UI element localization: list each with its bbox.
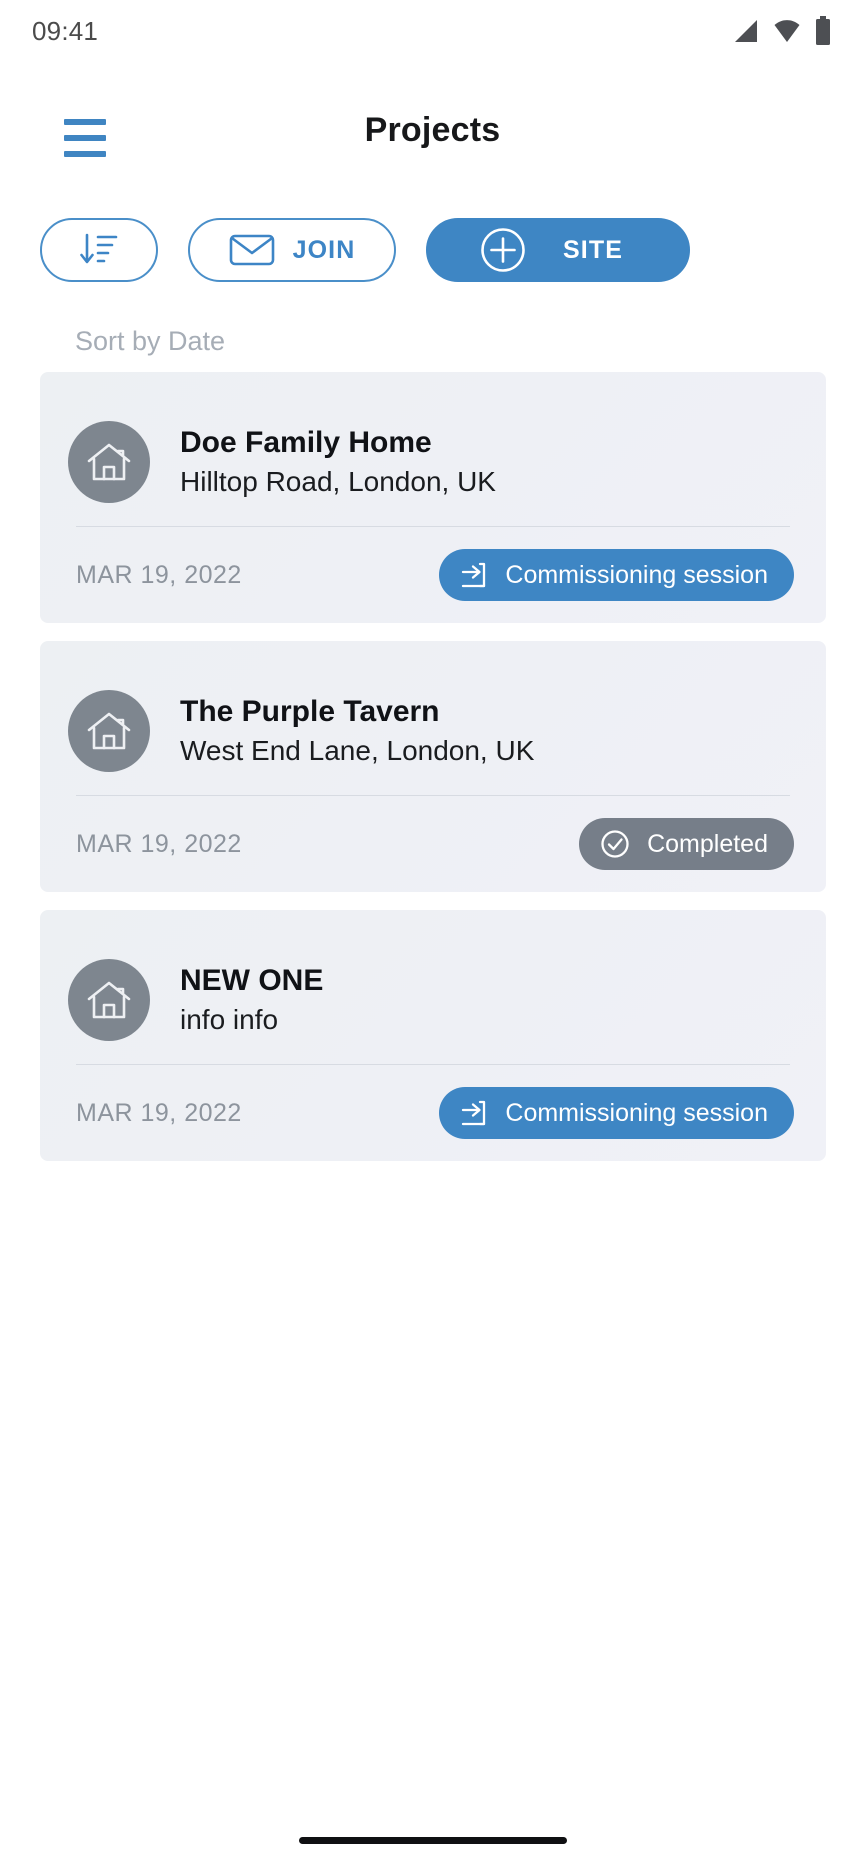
house-icon <box>87 443 131 481</box>
project-date: MAR 19, 2022 <box>76 829 242 858</box>
project-card-footer: MAR 19, 2022 Commissioning session <box>68 1065 798 1161</box>
project-date: MAR 19, 2022 <box>76 1098 242 1127</box>
project-date: MAR 19, 2022 <box>76 560 242 589</box>
project-card[interactable]: NEW ONE info info MAR 19, 2022 Commissio… <box>40 910 826 1161</box>
battery-icon <box>816 16 830 45</box>
page-title: Projects <box>364 111 501 149</box>
sort-by-label: Sort by Date <box>75 326 226 356</box>
project-card-text: Doe Family Home Hilltop Road, London, UK <box>180 423 496 500</box>
check-circle-icon <box>601 830 629 858</box>
status-badge[interactable]: Commissioning session <box>439 549 794 601</box>
avatar <box>68 690 150 772</box>
project-card-text: NEW ONE info info <box>180 961 323 1038</box>
house-icon <box>87 981 131 1019</box>
status-time: 09:41 <box>32 15 99 46</box>
project-card-header: NEW ONE info info <box>68 936 798 1064</box>
app-bar: Projects <box>0 103 865 183</box>
project-card[interactable]: Doe Family Home Hilltop Road, London, UK… <box>40 372 826 623</box>
status-badge[interactable]: Commissioning session <box>439 1087 794 1139</box>
project-title: The Purple Tavern <box>180 695 440 729</box>
project-address: West End Lane, London, UK <box>180 735 535 767</box>
app-screen: 09:41 Projects JOIN SITE Sort by Date Do… <box>0 0 865 1872</box>
project-card-footer: MAR 19, 2022 Completed <box>68 796 798 892</box>
join-button-label: JOIN <box>292 235 356 264</box>
envelope-icon <box>229 234 274 266</box>
site-button-label: SITE <box>563 235 623 264</box>
avatar <box>68 959 150 1041</box>
avatar <box>68 421 150 503</box>
project-list: Doe Family Home Hilltop Road, London, UK… <box>40 372 826 1179</box>
project-title: Doe Family Home <box>180 426 432 460</box>
project-card[interactable]: The Purple Tavern West End Lane, London,… <box>40 641 826 892</box>
join-button[interactable]: JOIN <box>188 218 396 282</box>
sort-button[interactable] <box>40 218 158 282</box>
enter-arrow-icon <box>462 1100 486 1126</box>
house-icon <box>87 712 131 750</box>
project-address: info info <box>180 1004 279 1036</box>
site-button[interactable]: SITE <box>426 218 690 282</box>
status-badge-label: Commissioning session <box>505 1098 768 1127</box>
status-bar: 09:41 <box>0 0 865 62</box>
status-badge-label: Completed <box>647 829 768 858</box>
project-card-header: Doe Family Home Hilltop Road, London, UK <box>68 398 798 526</box>
enter-arrow-icon <box>462 562 486 588</box>
project-address: Hilltop Road, London, UK <box>180 466 496 498</box>
project-card-text: The Purple Tavern West End Lane, London,… <box>180 692 534 769</box>
project-title: NEW ONE <box>180 964 324 998</box>
plus-circle-icon <box>481 228 525 272</box>
signal-icon <box>735 20 757 42</box>
menu-bar-3 <box>64 151 106 157</box>
home-indicator[interactable] <box>298 1837 567 1844</box>
sort-descending-icon <box>80 233 118 264</box>
action-button-row: JOIN SITE <box>40 218 826 282</box>
project-card-footer: MAR 19, 2022 Commissioning session <box>68 527 798 623</box>
project-card-header: The Purple Tavern West End Lane, London,… <box>68 667 798 795</box>
status-badge-label: Commissioning session <box>505 560 768 589</box>
wifi-icon <box>774 20 800 42</box>
status-badge[interactable]: Completed <box>579 818 794 870</box>
status-icons <box>733 16 831 46</box>
